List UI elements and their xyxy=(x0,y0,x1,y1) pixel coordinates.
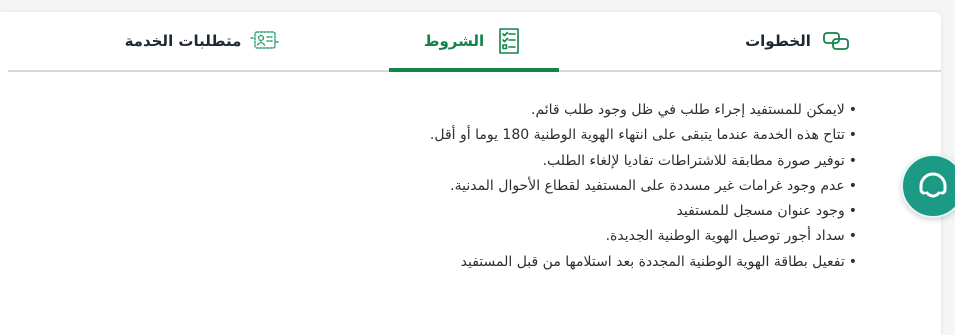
bullet: • xyxy=(848,177,857,194)
term-text: تتاح هذه الخدمة عندما يتبقى على انتهاء ا… xyxy=(429,127,845,144)
tab-requirements-label: متطلبات الخدمة xyxy=(124,32,242,50)
bullet: • xyxy=(848,203,857,220)
term-text: لايمكن للمستفيد إجراء طلب في ظل وجود طلب… xyxy=(531,102,845,118)
term-text: توفير صورة مطابقة للاشتراطات تفاديا لإلغ… xyxy=(542,152,845,169)
tab-terms[interactable]: الشروط xyxy=(389,12,559,72)
term-text: سداد أجور توصيل الهوية الوطنية الجديدة. xyxy=(605,228,845,245)
list-item: •عدم وجود غرامات غير مسددة على المستفيد … xyxy=(430,174,857,199)
list-item: •وجود عنوان مسجل للمستفيد xyxy=(430,199,857,224)
bullet: • xyxy=(848,102,857,118)
bullet: • xyxy=(848,127,857,144)
steps-link-icon xyxy=(821,26,851,56)
id-card-requirements-icon xyxy=(250,26,281,56)
tab-bar: الخطوات الشروط متطلبات الخدمة xyxy=(8,12,941,72)
tab-steps-label: الخطوات xyxy=(745,32,811,50)
terms-list: •لايمكن للمستفيد إجراء طلب في ظل وجود طل… xyxy=(430,98,857,275)
service-card: الخطوات الشروط متطلبات الخدمة •لايمكن لل… xyxy=(0,12,941,335)
term-text: عدم وجود غرامات غير مسددة على المستفيد ل… xyxy=(450,177,845,194)
list-item: •تفعيل بطاقة الهوية الوطنية المجددة بعد … xyxy=(430,250,857,275)
bullet: • xyxy=(848,152,857,169)
bullet: • xyxy=(848,228,857,245)
list-item: •سداد أجور توصيل الهوية الوطنية الجديدة. xyxy=(430,224,857,249)
term-text: وجود عنوان مسجل للمستفيد xyxy=(676,203,845,220)
list-item: •تتاح هذه الخدمة عندما يتبقى على انتهاء … xyxy=(430,123,857,148)
checklist-icon xyxy=(494,26,524,56)
tab-steps[interactable]: الخطوات xyxy=(698,12,898,70)
tab-requirements[interactable]: متطلبات الخدمة xyxy=(118,12,288,70)
term-text: تفعيل بطاقة الهوية الوطنية المجددة بعد ا… xyxy=(460,253,845,270)
bullet: • xyxy=(848,253,857,270)
tab-terms-label: الشروط xyxy=(423,32,485,50)
list-item: •لايمكن للمستفيد إجراء طلب في ظل وجود طل… xyxy=(430,98,857,123)
list-item: •توفير صورة مطابقة للاشتراطات تفاديا لإل… xyxy=(430,149,857,174)
